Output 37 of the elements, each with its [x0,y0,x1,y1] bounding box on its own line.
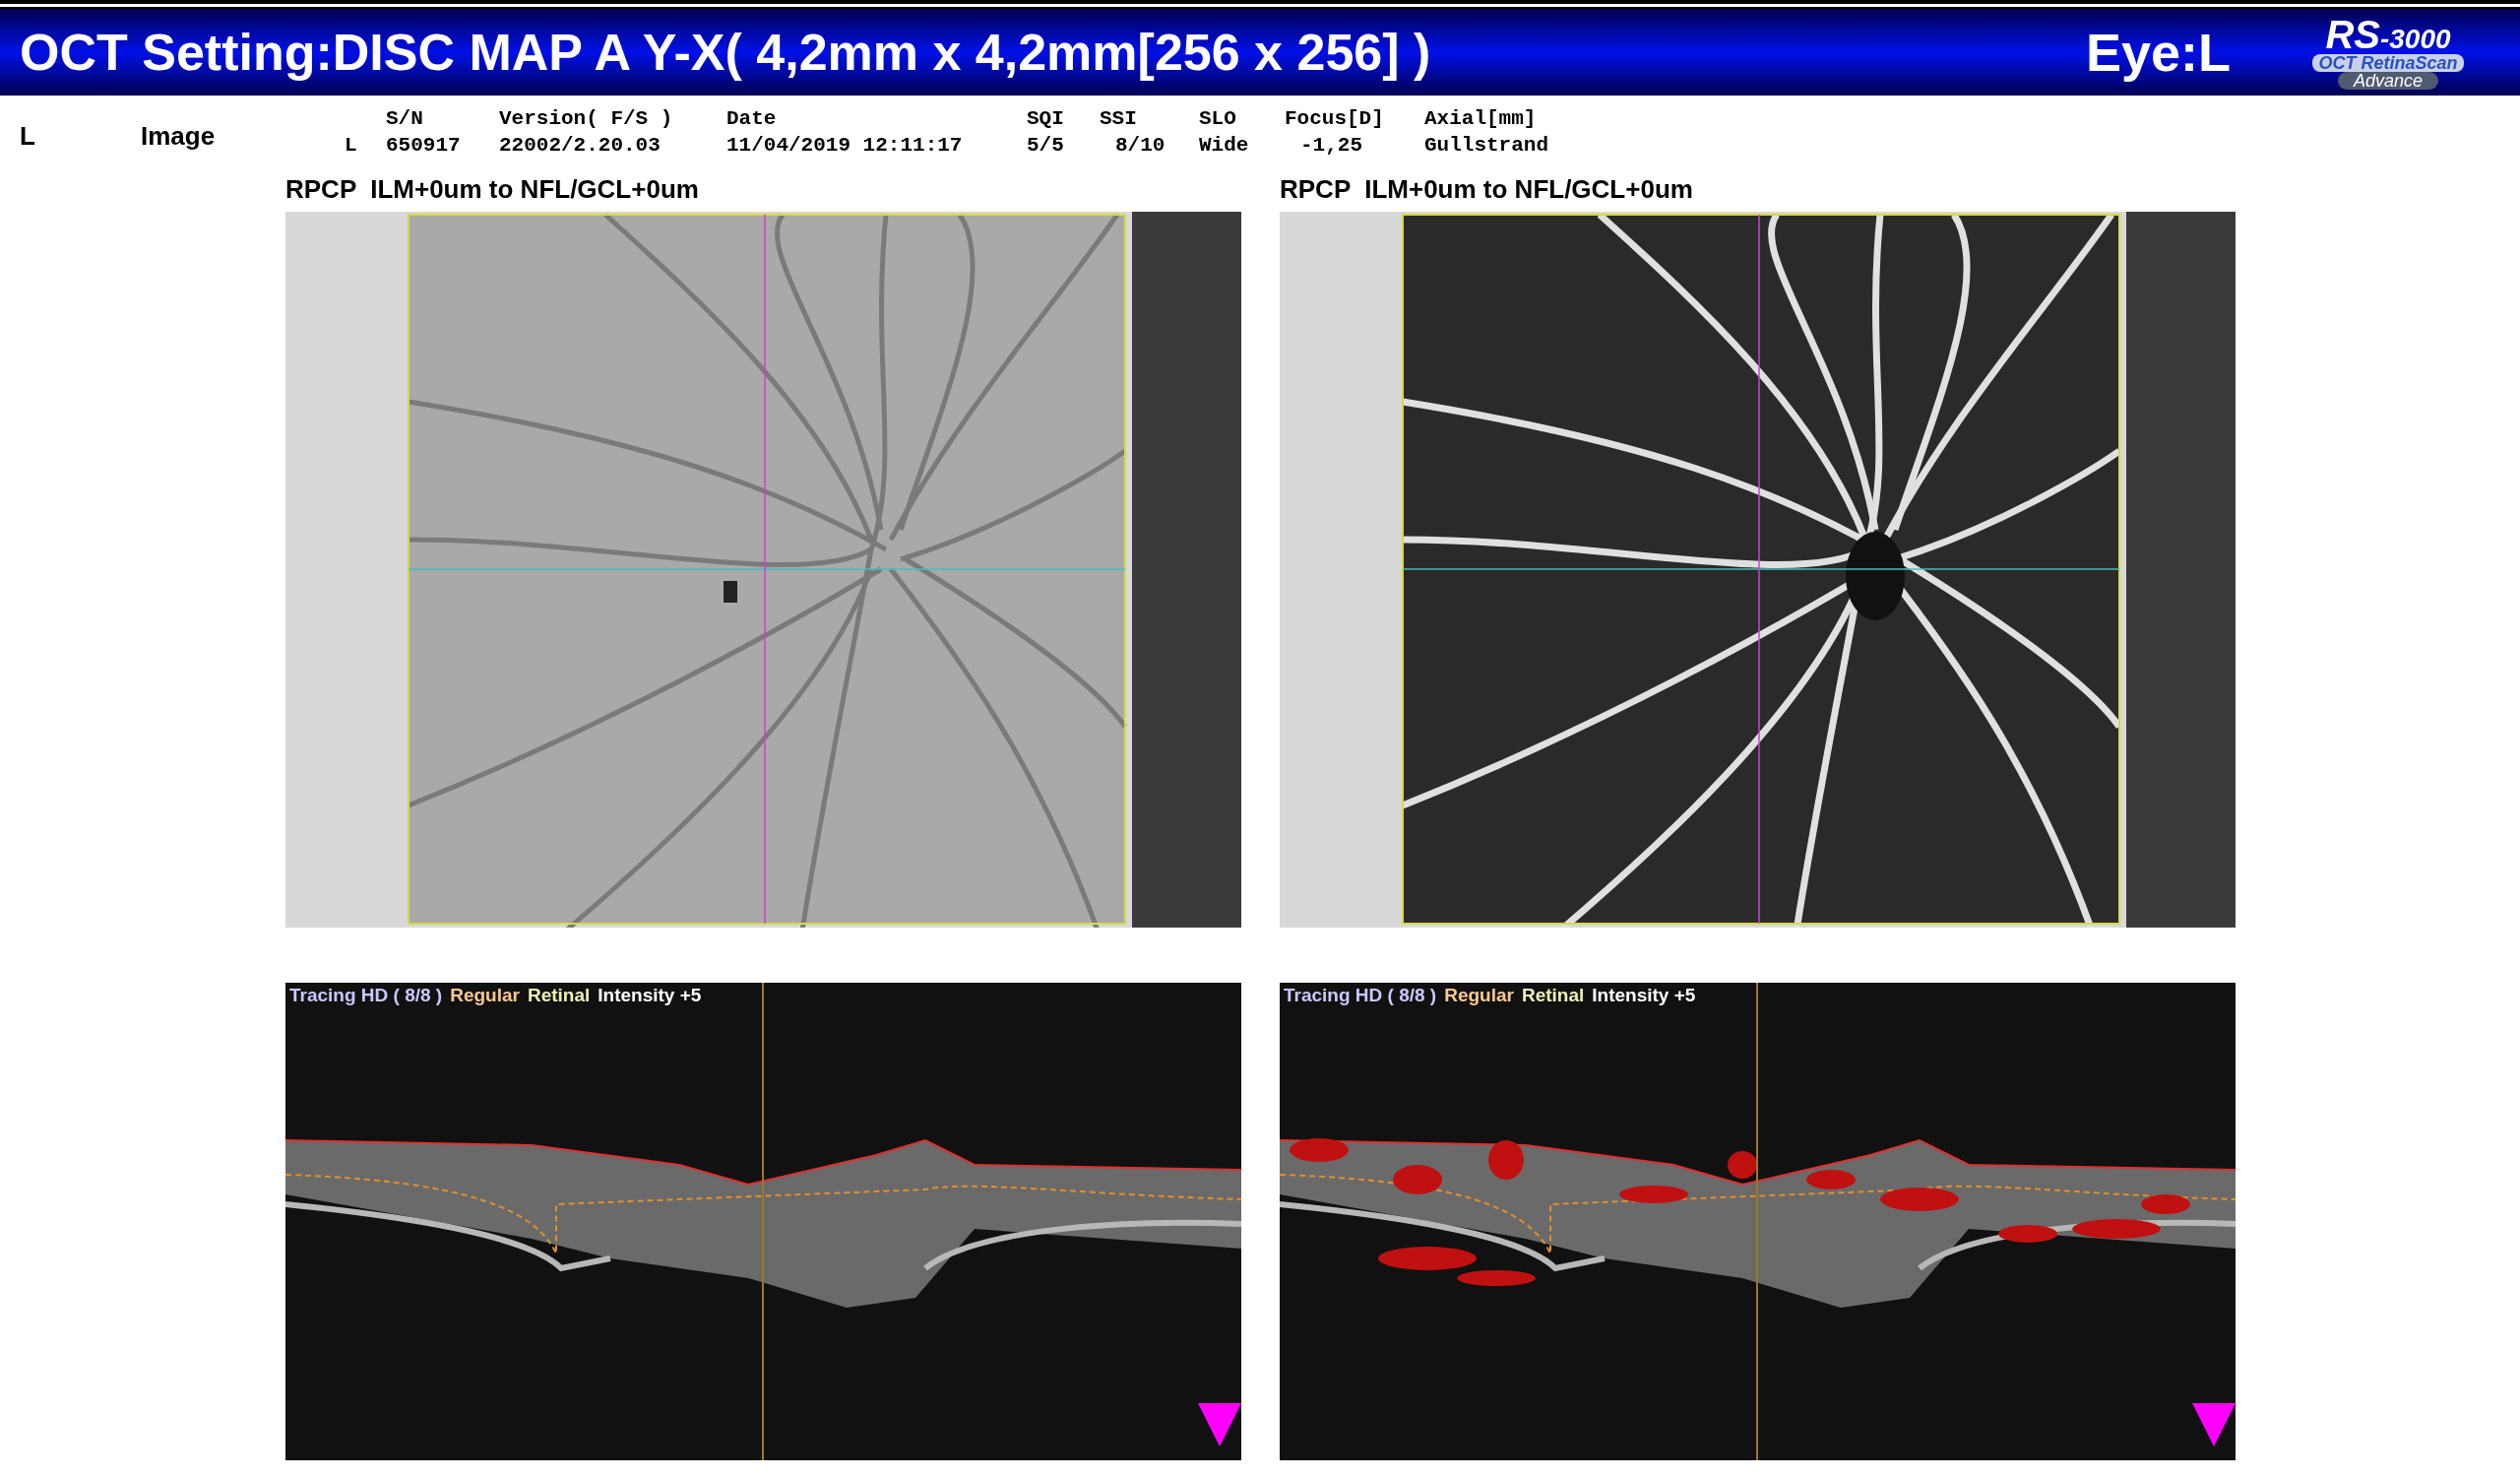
image-title: RPCP ILM+0um to NFL/GCL+0um [285,174,700,206]
logo-subtitle: Advance [2337,72,2439,90]
window-title: OCT Setting:DISC MAP A Y-X( 4,2mm x 4,2mm[256 x 256] ) [20,23,1432,82]
table-cell-text: Wide [1199,134,1250,157]
eye-side-label: L [19,121,36,152]
scan-setting-label: Intensity +5 [1592,985,1696,1006]
column-header: S/N [386,107,424,130]
marker-triangle-icon [2192,1403,2236,1446]
column-header: Date [726,107,778,130]
logo-brand: RS [2325,15,2380,54]
table-cell-text: -1,25 [1299,134,1363,157]
scan-setting-label: Retinal [1521,985,1585,1006]
logo-model: -3000 [2379,26,2451,53]
column-header: Axial[mm] [1424,107,1538,130]
column-header: SQI [1027,107,1065,130]
column-header: SLO [1199,107,1237,130]
row-label: L [345,134,358,157]
scan-setting-label: Retinal [527,985,591,1006]
image-label: Image [141,121,217,152]
scan-setting-label: Tracing HD ( 8/8 ) [289,985,443,1006]
table-cell-text: 5/5 [1027,134,1065,157]
table-cell-text: 11/04/2019 12:11:17 [726,134,964,157]
table-cell-text: 22002/2.20.03 [499,134,662,157]
scan-setting-label: Regular [1444,985,1514,1006]
image-title: RPCP ILM+0um to NFL/GCL+0um [1280,174,1694,206]
eye-label: Eye:L [2085,22,2231,83]
marker-triangle-icon [1198,1403,1241,1446]
scan-setting-label: Tracing HD ( 8/8 ) [1284,985,1437,1006]
logo-subtitle: OCT RetinaScan [2312,54,2464,72]
table-cell-text: 8/10 [1114,134,1166,157]
column-header: SSI [1100,107,1138,130]
table-cell-text: 650917 [386,134,462,157]
column-header: Version( F/S ) [499,107,674,130]
scan-setting-label: Regular [450,985,520,1006]
table-cell-text: Gullstrand [1424,134,1550,157]
column-header: Focus[D] [1285,107,1385,130]
scan-setting-label: Intensity +5 [598,985,702,1006]
